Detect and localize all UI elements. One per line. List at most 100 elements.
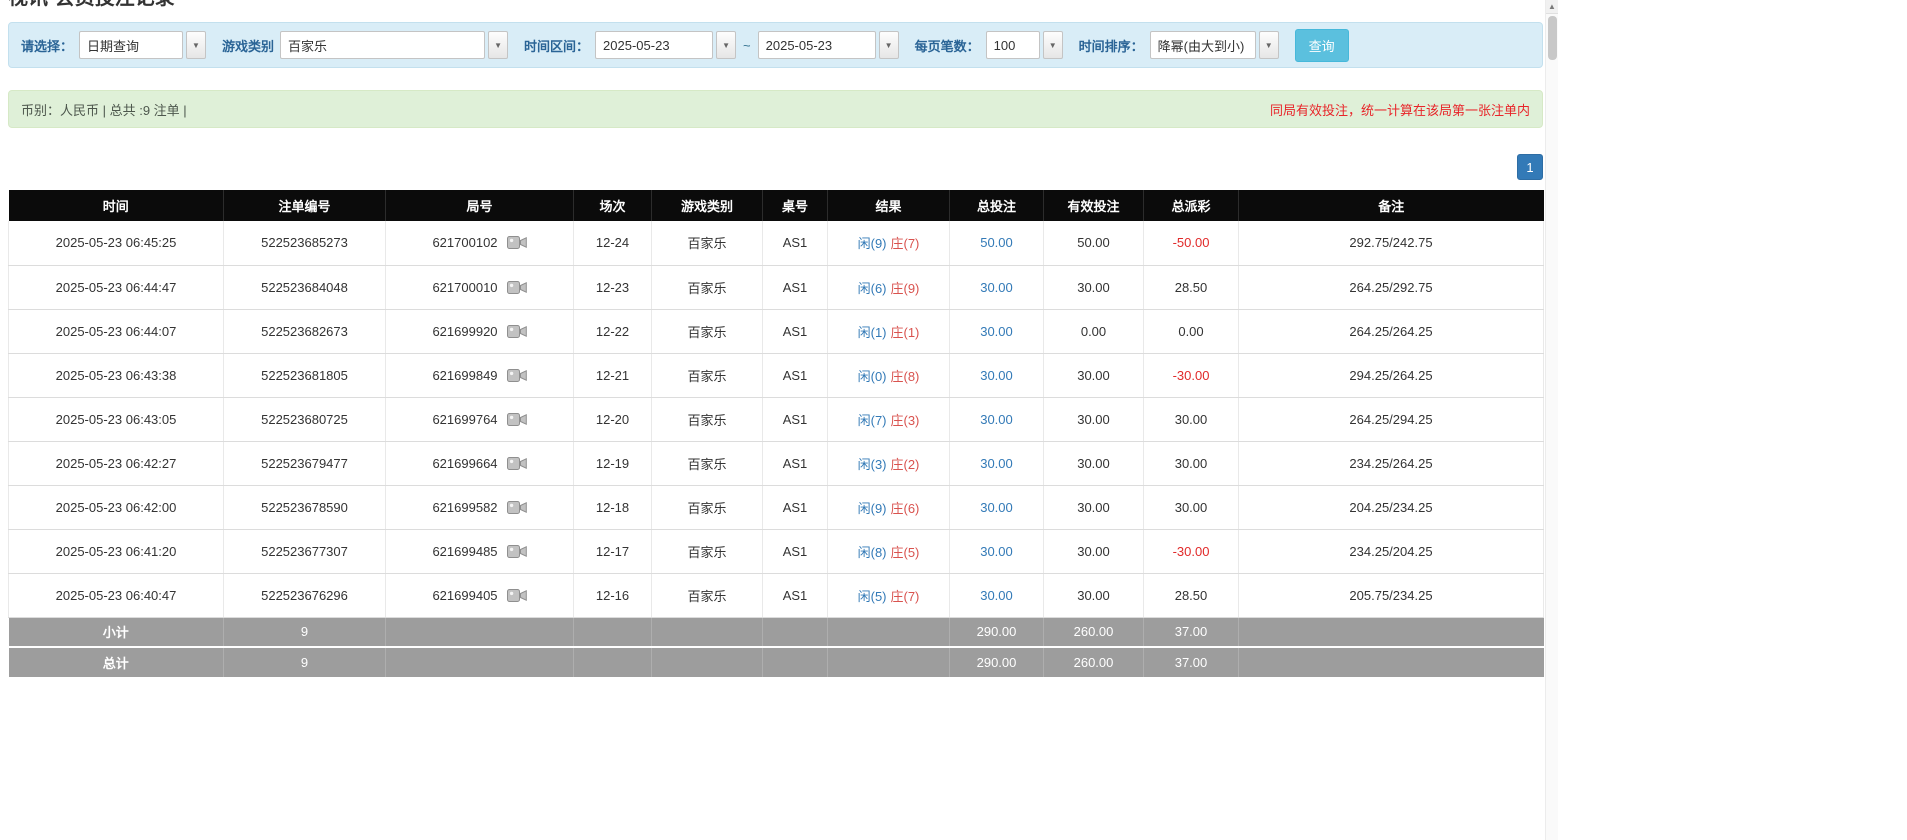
video-replay-icon[interactable] — [507, 235, 527, 250]
cell-bet-id: 522523679477 — [224, 441, 386, 485]
cell-note: 294.25/264.25 — [1239, 353, 1544, 397]
col-header-time: 时间 — [9, 190, 224, 221]
cell-result: 闲(8)庄(5) — [828, 529, 950, 573]
cell-round-id: 621699664 — [386, 441, 574, 485]
video-replay-icon[interactable] — [507, 500, 527, 515]
total-bet-link[interactable]: 30.00 — [980, 456, 1013, 471]
cell-total-bet: 30.00 — [950, 529, 1044, 573]
subtotal-payout: 37.00 — [1144, 617, 1239, 647]
cell-result: 闲(1)庄(1) — [828, 309, 950, 353]
col-header-table-no: 桌号 — [763, 190, 828, 221]
scrollbar-thumb[interactable] — [1548, 16, 1557, 60]
search-button[interactable]: 查询 — [1295, 29, 1349, 62]
round-number: 621699405 — [432, 588, 497, 603]
total-label: 总计 — [9, 647, 224, 677]
page-number-button[interactable]: 1 — [1517, 154, 1543, 180]
cell-game-type: 百家乐 — [652, 265, 763, 309]
total-row: 总计 9 290.00 260.00 37.00 — [9, 647, 1544, 677]
total-bet-link[interactable]: 30.00 — [980, 324, 1013, 339]
summary-bar: 币别：人民币 | 总共 :9 注单 | 同局有效投注，统一计算在该局第一张注单内 — [8, 90, 1543, 128]
cell-time: 2025-05-23 06:41:20 — [9, 529, 224, 573]
total-bet-link[interactable]: 30.00 — [980, 588, 1013, 603]
video-replay-icon[interactable] — [507, 412, 527, 427]
result-banker: 庄(9) — [891, 281, 920, 296]
result-player: 闲(7) — [858, 413, 887, 428]
col-header-total-bet: 总投注 — [950, 190, 1044, 221]
date-from-input[interactable] — [595, 31, 713, 59]
table-row: 2025-05-23 06:43:05522523680725621699764… — [9, 397, 1544, 441]
empty-cell — [386, 617, 574, 647]
result-player: 闲(9) — [858, 236, 887, 251]
video-replay-icon[interactable] — [507, 280, 527, 295]
empty-cell — [828, 617, 950, 647]
col-header-bet-id: 注单编号 — [224, 190, 386, 221]
col-header-note: 备注 — [1239, 190, 1544, 221]
game-type-input[interactable] — [280, 31, 485, 59]
video-replay-icon[interactable] — [507, 324, 527, 339]
video-replay-icon[interactable] — [507, 588, 527, 603]
cell-round-id: 621699405 — [386, 573, 574, 617]
cell-table-no: AS1 — [763, 485, 828, 529]
total-bet-link[interactable]: 30.00 — [980, 544, 1013, 559]
select-type-input[interactable] — [79, 31, 183, 59]
date-to-input[interactable] — [758, 31, 876, 59]
cell-result: 闲(0)庄(8) — [828, 353, 950, 397]
cell-time: 2025-05-23 06:42:27 — [9, 441, 224, 485]
chevron-down-icon[interactable]: ▼ — [879, 31, 899, 59]
cell-total-bet: 30.00 — [950, 397, 1044, 441]
cell-table-no: AS1 — [763, 573, 828, 617]
empty-cell — [652, 647, 763, 677]
cell-session: 12-21 — [574, 353, 652, 397]
cell-session: 12-16 — [574, 573, 652, 617]
cell-total-bet: 50.00 — [950, 221, 1044, 265]
chevron-down-icon[interactable]: ▼ — [186, 31, 206, 59]
chevron-down-icon[interactable]: ▼ — [1043, 31, 1063, 59]
game-type-label: 游戏类别 — [222, 36, 274, 55]
cell-valid-bet: 50.00 — [1044, 221, 1144, 265]
cell-round-id: 621699485 — [386, 529, 574, 573]
round-number: 621699920 — [432, 324, 497, 339]
total-bet-link[interactable]: 30.00 — [980, 412, 1013, 427]
round-number: 621699485 — [432, 544, 497, 559]
cell-table-no: AS1 — [763, 397, 828, 441]
col-header-result: 结果 — [828, 190, 950, 221]
page: 视讯-会员投注记录 请选择： ▼ 游戏类别 ▼ 时间区间： ▼ ~ ▼ 每页笔数… — [8, 0, 1543, 677]
video-replay-icon[interactable] — [507, 368, 527, 383]
cell-session: 12-18 — [574, 485, 652, 529]
bet-records-table: 时间 注单编号 局号 场次 游戏类别 桌号 结果 总投注 有效投注 总派彩 备注… — [8, 190, 1544, 677]
chevron-down-icon[interactable]: ▼ — [1259, 31, 1279, 59]
empty-cell — [828, 647, 950, 677]
total-bet-link[interactable]: 30.00 — [980, 500, 1013, 515]
table-row: 2025-05-23 06:41:20522523677307621699485… — [9, 529, 1544, 573]
result-player: 闲(0) — [858, 369, 887, 384]
page-size-input[interactable] — [986, 31, 1040, 59]
cell-table-no: AS1 — [763, 221, 828, 265]
video-replay-icon[interactable] — [507, 456, 527, 471]
col-header-valid-bet: 有效投注 — [1044, 190, 1144, 221]
scroll-up-arrow-icon[interactable]: ▲ — [1546, 0, 1558, 14]
cell-session: 12-22 — [574, 309, 652, 353]
total-bet-link[interactable]: 50.00 — [980, 235, 1013, 250]
cell-note: 264.25/264.25 — [1239, 309, 1544, 353]
valid-bet-notice-text: 同局有效投注，统一计算在该局第一张注单内 — [1270, 100, 1530, 119]
cell-time: 2025-05-23 06:40:47 — [9, 573, 224, 617]
cell-round-id: 621700010 — [386, 265, 574, 309]
cell-time: 2025-05-23 06:42:00 — [9, 485, 224, 529]
total-total-bet: 290.00 — [950, 647, 1044, 677]
game-type-combo: ▼ — [280, 31, 508, 59]
cell-table-no: AS1 — [763, 265, 828, 309]
vertical-scrollbar[interactable]: ▲ — [1545, 0, 1558, 840]
col-header-payout: 总派彩 — [1144, 190, 1239, 221]
sort-order-combo: ▼ — [1150, 31, 1279, 59]
total-bet-link[interactable]: 30.00 — [980, 280, 1013, 295]
result-player: 闲(8) — [858, 545, 887, 560]
cell-note: 264.25/292.75 — [1239, 265, 1544, 309]
round-number: 621699582 — [432, 500, 497, 515]
chevron-down-icon[interactable]: ▼ — [716, 31, 736, 59]
chevron-down-icon[interactable]: ▼ — [488, 31, 508, 59]
cell-bet-id: 522523682673 — [224, 309, 386, 353]
sort-order-input[interactable] — [1150, 31, 1256, 59]
round-number: 621700010 — [432, 280, 497, 295]
total-bet-link[interactable]: 30.00 — [980, 368, 1013, 383]
video-replay-icon[interactable] — [507, 544, 527, 559]
